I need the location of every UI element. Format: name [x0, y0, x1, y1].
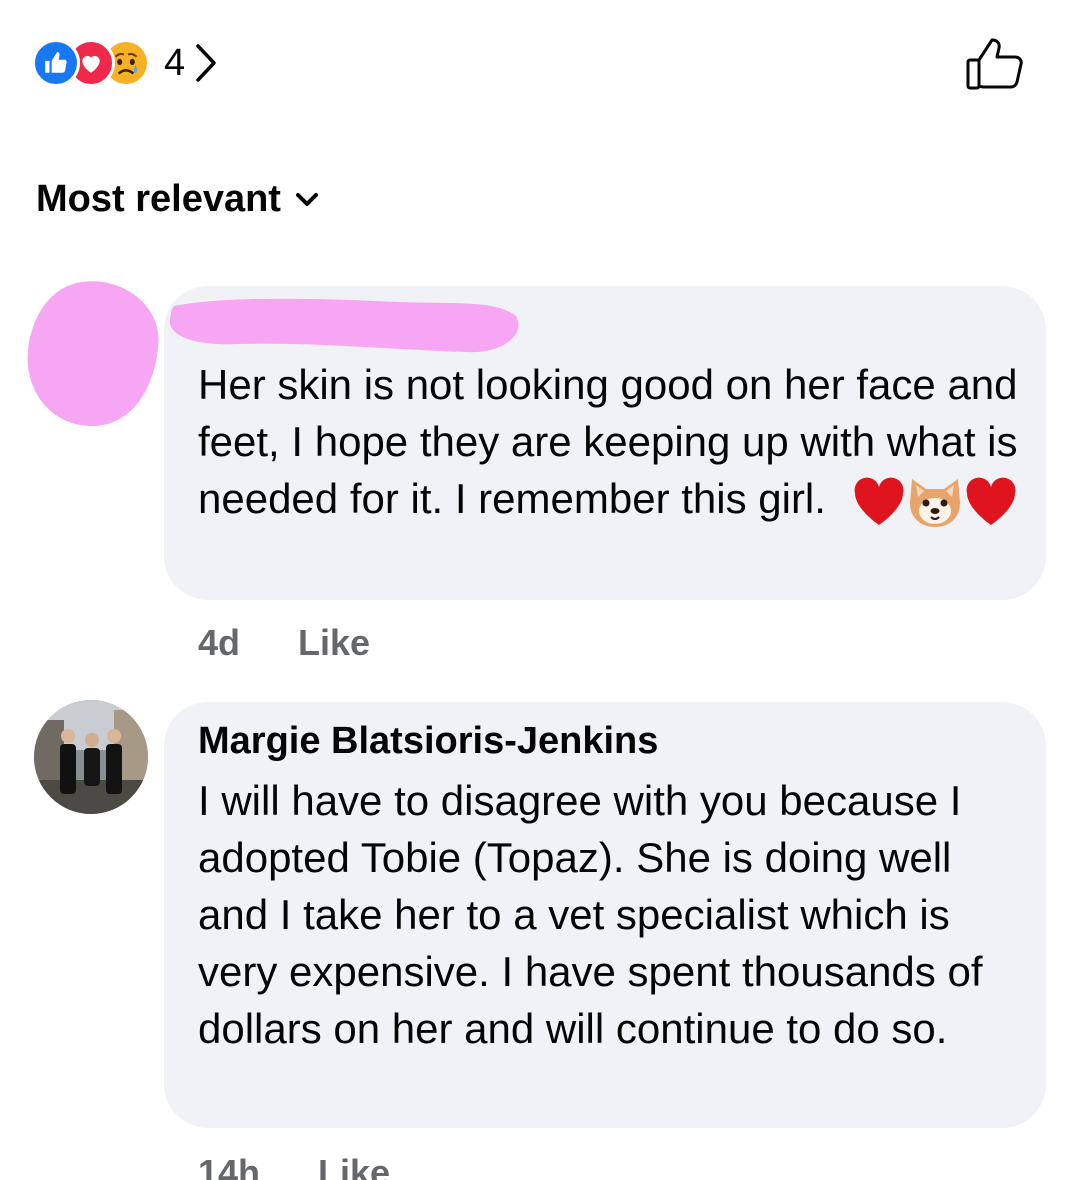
comment-text: Her skin is not looking good on her face… [198, 356, 1028, 529]
avatar[interactable] [34, 700, 148, 814]
comment-time: 14h [198, 1152, 261, 1180]
like-reaction-icon [32, 39, 80, 87]
reaction-count: 4 [164, 41, 186, 84]
comment-text: I will have to disagree with you because… [198, 777, 983, 1052]
reactions-summary[interactable]: 4 [32, 38, 217, 88]
redacted-avatar[interactable] [22, 276, 162, 428]
redacted-author-name[interactable] [166, 292, 526, 358]
dog-face-icon [909, 478, 960, 527]
comment-meta: 14h Like [198, 1152, 390, 1180]
reactions-bar: 4 [0, 0, 1080, 130]
sort-label: Most relevant [36, 178, 281, 220]
comment-author[interactable]: Margie Blatsioris-Jenkins [198, 720, 658, 763]
chevron-right-icon[interactable] [195, 43, 217, 83]
comment-time: 4d [198, 622, 241, 663]
comment-like-button[interactable]: Like [298, 622, 370, 664]
thumbs-up-outline-icon[interactable] [964, 36, 1026, 94]
comment-like-button[interactable]: Like [318, 1152, 390, 1180]
red-heart-icon [966, 477, 1016, 525]
emoji-group [852, 475, 1018, 529]
sort-dropdown[interactable]: Most relevant [36, 178, 319, 221]
chevron-down-icon [295, 192, 319, 208]
comment-meta: 4d Like [198, 622, 370, 664]
red-heart-icon [854, 477, 904, 525]
